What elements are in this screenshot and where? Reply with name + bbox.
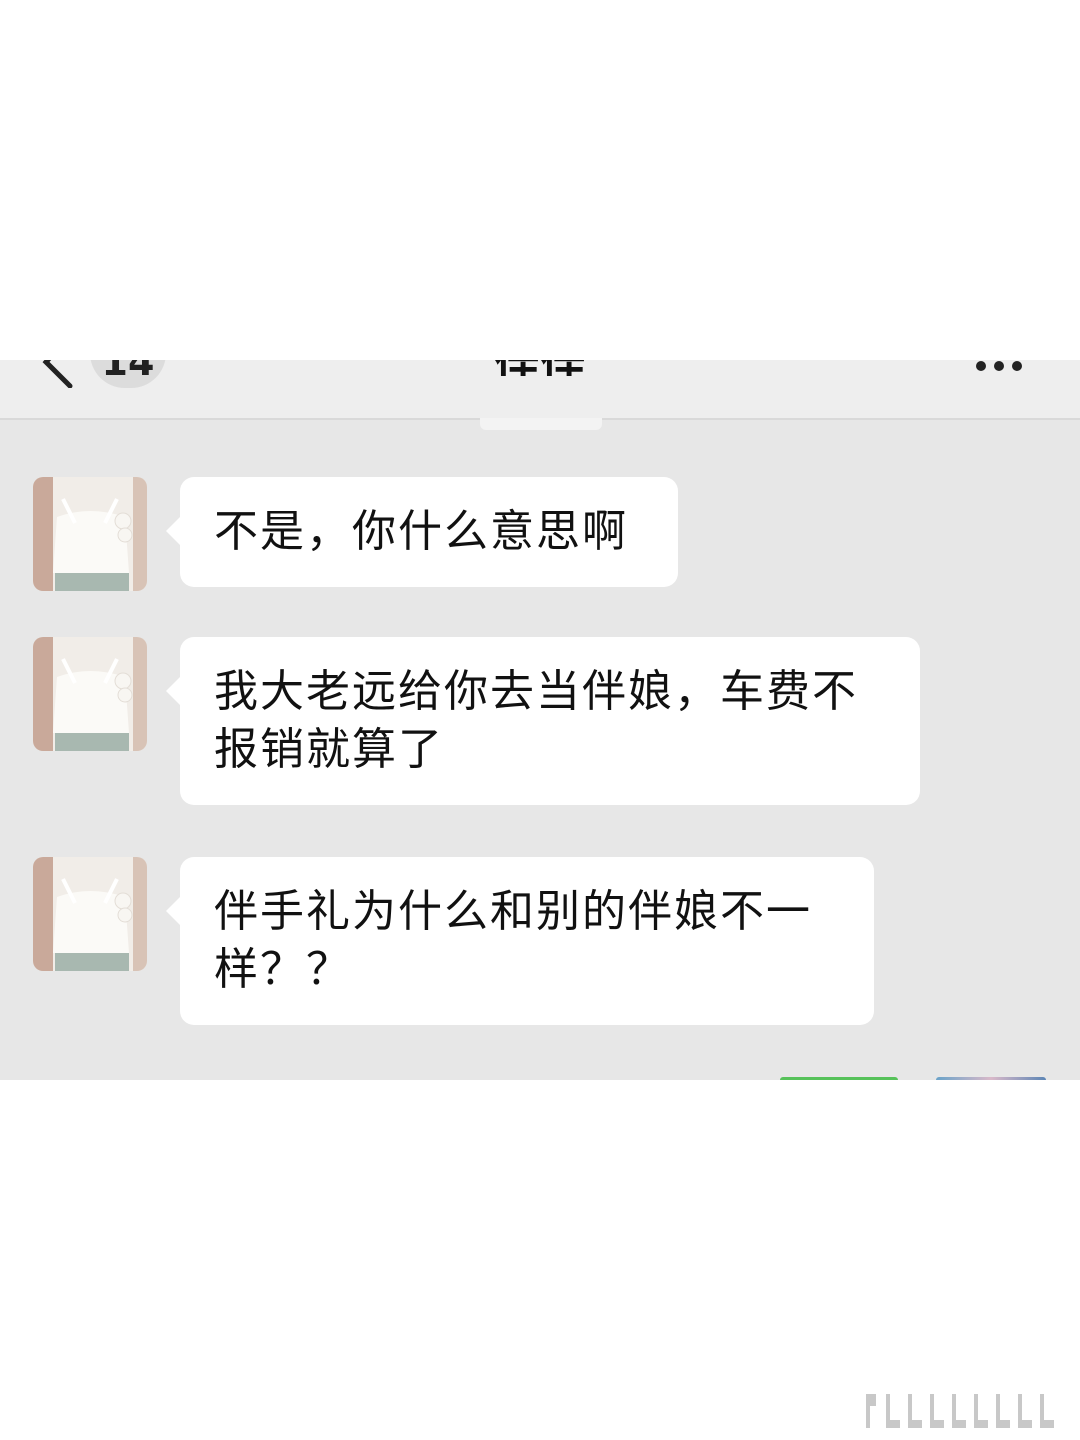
back-arrow-icon[interactable]: [30, 360, 80, 388]
avatar[interactable]: [33, 637, 147, 751]
watermark-logo: [866, 1394, 1054, 1428]
unread-count: 14: [101, 360, 155, 384]
chat-title: 佳佳: [440, 360, 640, 376]
avatar[interactable]: [33, 857, 147, 971]
avatar[interactable]: [33, 477, 147, 591]
input-bar-edge: [936, 1077, 1046, 1080]
more-icon[interactable]: [976, 360, 1032, 371]
input-bar-edge: [780, 1077, 898, 1080]
timestamp-pill: [480, 418, 602, 430]
message-bubble[interactable]: 我大老远给你去当伴娘，车费不报销就算了: [166, 637, 920, 805]
message-bubble[interactable]: 不是，你什么意思啊: [166, 477, 678, 587]
screenshot-page: 14 佳佳 不是，你什么意思啊: [0, 0, 1080, 1440]
message-bubble[interactable]: 伴手礼为什么和别的伴娘不一样？？: [166, 857, 874, 1025]
unread-count-badge[interactable]: 14: [90, 360, 166, 388]
chat-header: 14 佳佳: [0, 360, 1080, 418]
chat-window: 14 佳佳 不是，你什么意思啊: [0, 360, 1080, 1080]
